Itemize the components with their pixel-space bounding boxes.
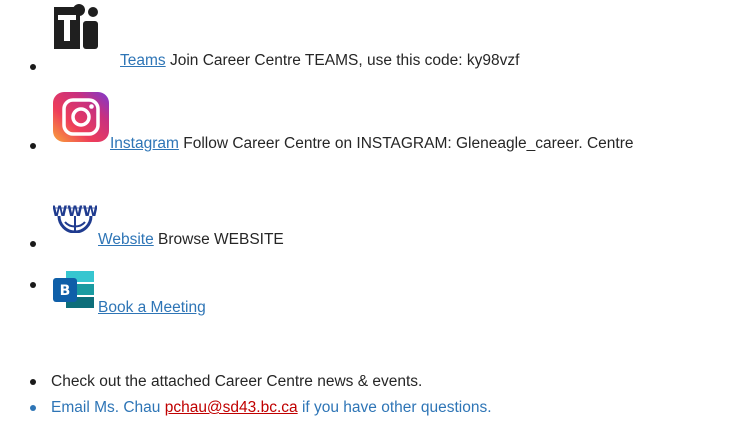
website-link[interactable]: Website bbox=[98, 231, 154, 248]
bullet bbox=[30, 379, 36, 385]
instagram-icon bbox=[53, 92, 109, 142]
instagram-line: Instagram Follow Career Centre on INSTAG… bbox=[110, 134, 634, 154]
bookings-icon: B bbox=[53, 271, 94, 308]
email-link[interactable]: pchau@sd43.bc.ca bbox=[165, 399, 298, 416]
instagram-link[interactable]: Instagram bbox=[110, 135, 179, 152]
instagram-description: Follow Career Centre on INSTAGRAM: Glene… bbox=[178, 135, 634, 152]
teams-description: Join Career Centre TEAMS, use this code:… bbox=[165, 52, 520, 69]
website-line: Website Browse WEBSITE bbox=[98, 230, 284, 250]
bullet bbox=[30, 405, 36, 411]
teams-line: Teams Join Career Centre TEAMS, use this… bbox=[120, 51, 519, 71]
bullet bbox=[30, 241, 36, 247]
bookings-icon-letter: B bbox=[60, 283, 71, 299]
bullet bbox=[30, 64, 36, 70]
bullet bbox=[30, 143, 36, 149]
www-globe-icon: WWW bbox=[53, 204, 97, 233]
email-suffix: if you have other questions. bbox=[297, 399, 492, 416]
book-meeting-line: Book a Meeting bbox=[98, 298, 206, 318]
bullet bbox=[30, 282, 36, 288]
book-meeting-link[interactable]: Book a Meeting bbox=[98, 299, 206, 316]
email-prefix: Email Ms. Chau bbox=[51, 399, 165, 416]
news-text: Check out the attached Career Centre new… bbox=[51, 373, 423, 390]
teams-link[interactable]: Teams bbox=[120, 52, 166, 69]
website-description: Browse WEBSITE bbox=[153, 231, 284, 248]
email-line: Email Ms. Chau pchau@sd43.bc.ca if you h… bbox=[51, 398, 492, 418]
www-icon-text: WWW bbox=[53, 204, 97, 220]
teams-icon bbox=[54, 4, 98, 49]
